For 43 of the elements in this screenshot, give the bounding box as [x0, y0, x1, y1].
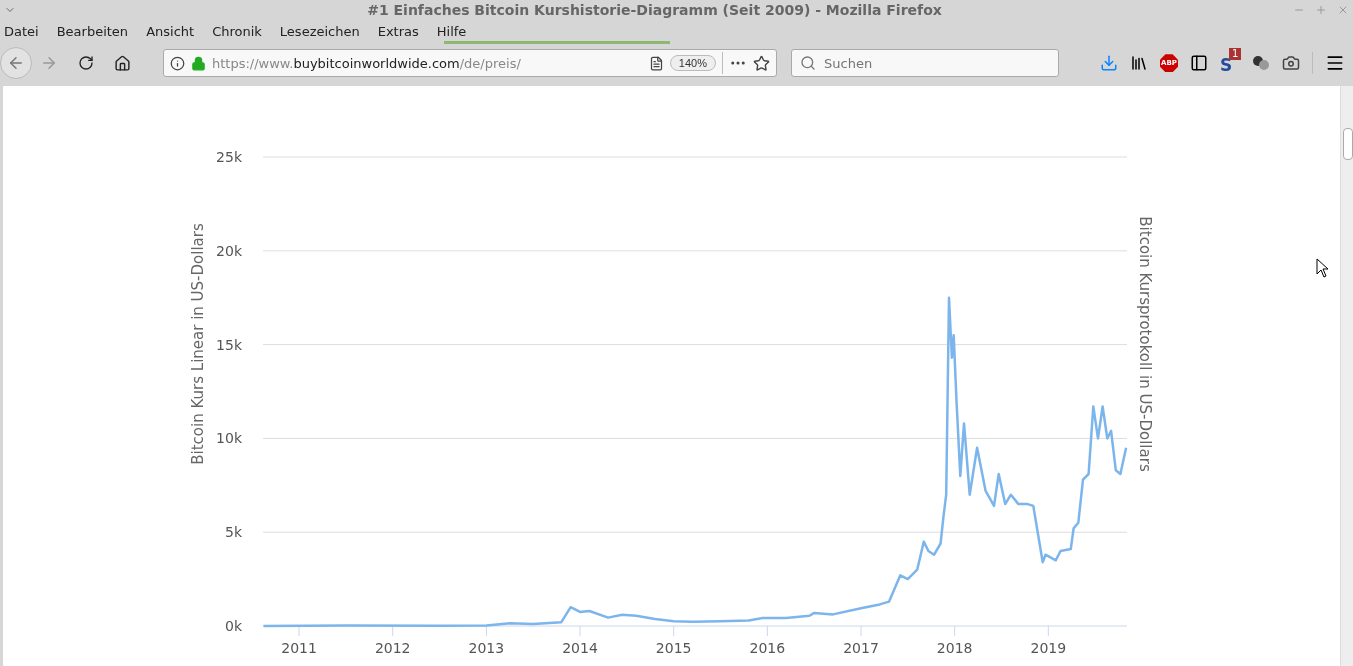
badge: 1	[1229, 48, 1242, 61]
y-tick-label: 5k	[225, 524, 242, 541]
y-tick-label: 15k	[216, 336, 242, 353]
y-tick-label: 25k	[216, 149, 242, 165]
lock-icon	[191, 55, 206, 71]
info-icon[interactable]	[170, 55, 185, 71]
scrollbar[interactable]	[1340, 86, 1353, 666]
menu-item[interactable]: Ansicht	[146, 24, 195, 40]
menu-item[interactable]: Hilfe	[436, 24, 467, 40]
menu-item[interactable]: Datei	[4, 24, 39, 40]
search-field[interactable]: Suchen	[791, 49, 1059, 78]
x-tick-label: 2018	[936, 640, 973, 656]
right-axis-title: Bitcoin Kursprotokoll in US-Dollars	[1136, 216, 1154, 472]
bookmark-icon[interactable]	[753, 54, 770, 72]
reader-icon[interactable]	[648, 55, 664, 71]
screenshot-icon[interactable]	[1282, 54, 1300, 73]
menu-item[interactable]: Extras	[377, 24, 419, 40]
menu-item[interactable]: Bearbeiten	[56, 24, 129, 40]
y-tick-label: 0k	[225, 618, 242, 634]
y-tick-label: 20k	[216, 242, 242, 259]
spheres-icon[interactable]	[1252, 55, 1270, 72]
x-tick-label: 2019	[1030, 640, 1067, 656]
url-field[interactable]: https://www.buybitcoinworldwide.com/de/preis/ 140%	[163, 49, 777, 78]
y-tick-label: 10k	[216, 430, 242, 447]
x-tick-label: 2012	[374, 640, 411, 656]
search-input[interactable]: Suchen	[822, 54, 1050, 72]
library-icon[interactable]	[1130, 54, 1148, 73]
x-tick-label: 2011	[281, 640, 317, 656]
y-axis-title: Bitcoin Kurs Linear in US-Dollars	[189, 223, 207, 465]
x-tick-label: 2015	[655, 640, 692, 656]
url-text: https://www.buybitcoinworldwide.com/de/preis/	[212, 55, 522, 71]
window-title: #1 Einfaches Bitcoin Kurshistorie-Diagramm (Seit 2009) - Mozilla Firefox	[366, 1, 943, 18]
menu-item[interactable]: Chronik	[212, 24, 262, 40]
menu-item[interactable]: Lesezeichen	[279, 24, 360, 40]
cursor-icon	[1316, 258, 1330, 278]
x-tick-label: 2016	[749, 640, 786, 656]
search-icon	[800, 55, 816, 72]
x-tick-label: 2013	[468, 640, 505, 656]
download-icon[interactable]	[1100, 54, 1118, 73]
x-tick-label: 2017	[843, 640, 879, 656]
x-tick-label: 2014	[562, 640, 598, 656]
sidebar-icon[interactable]	[1190, 54, 1208, 73]
zoom-button[interactable]: 140%	[669, 55, 716, 72]
